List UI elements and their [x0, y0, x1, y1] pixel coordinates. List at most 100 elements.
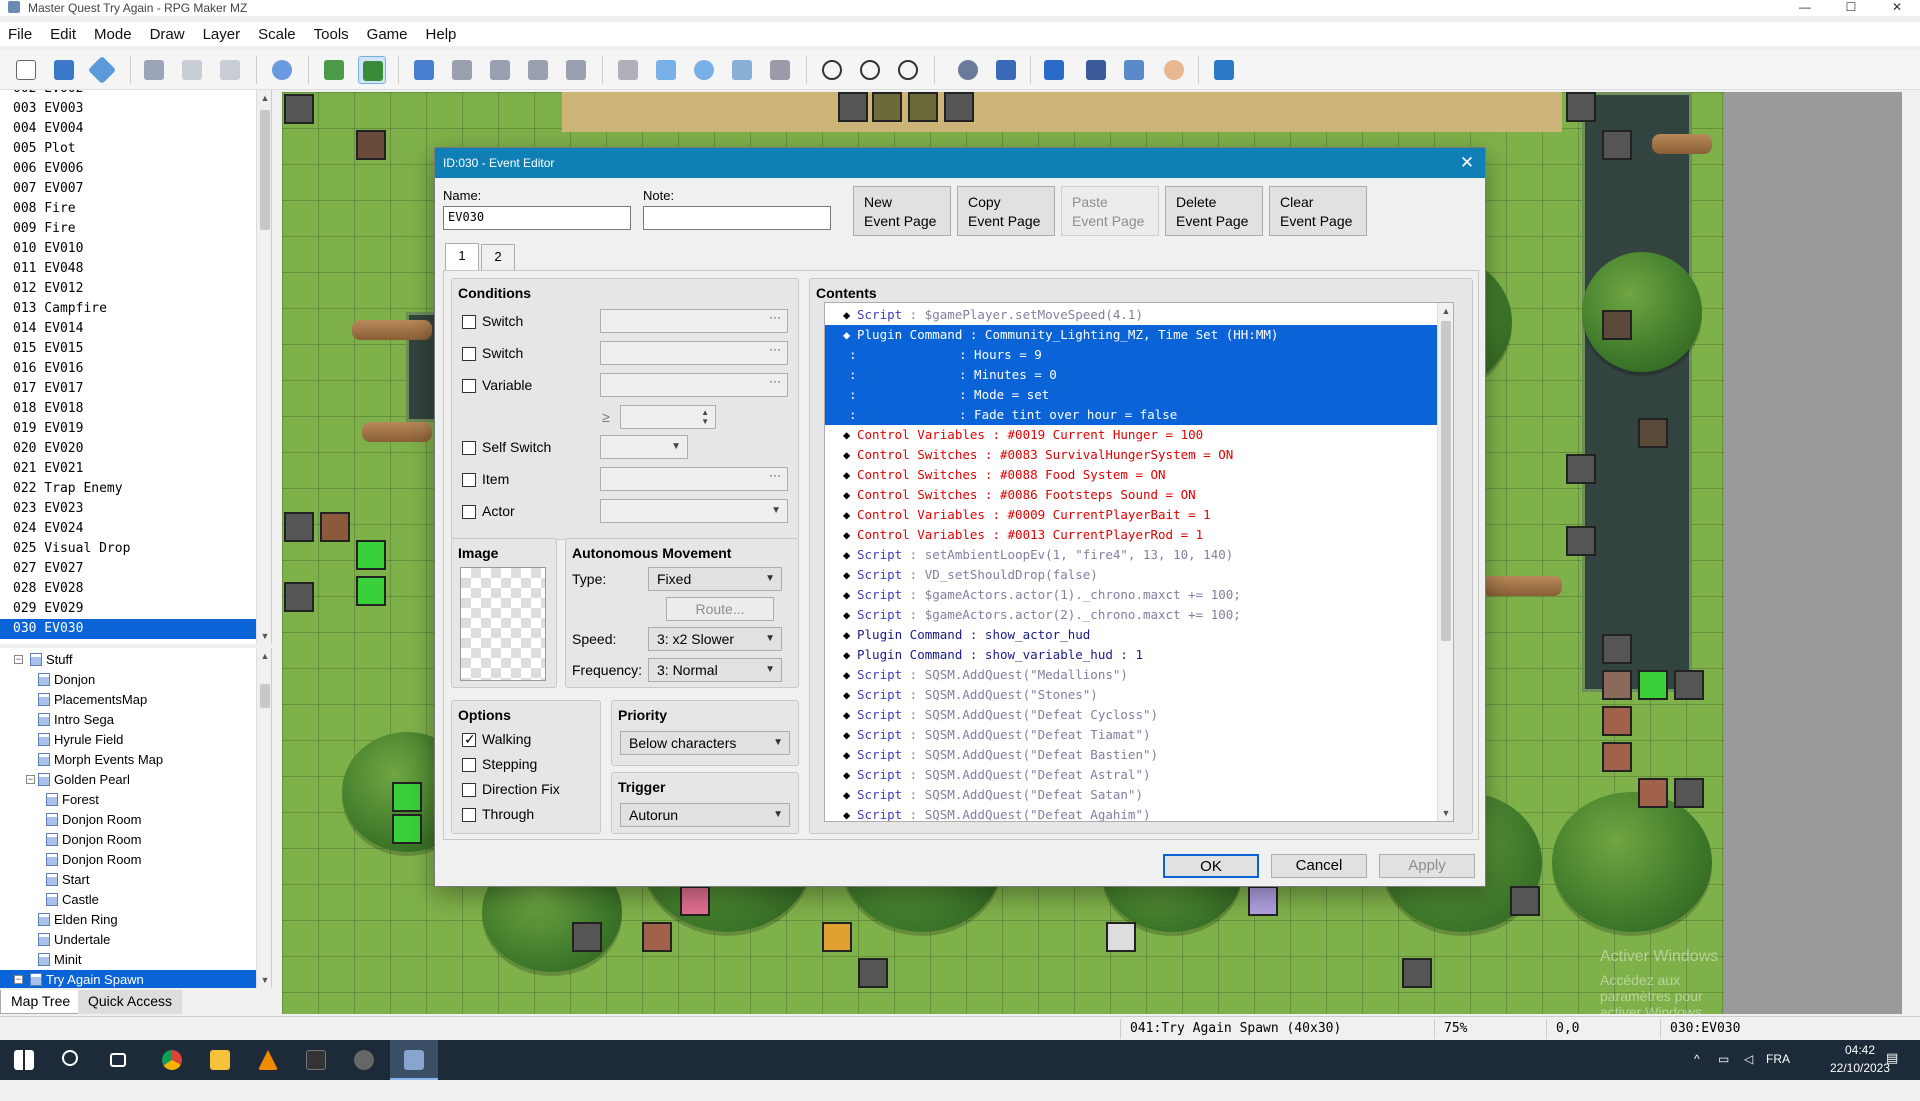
map-tree-item[interactable]: Donjon Room: [46, 830, 142, 850]
event-mode-icon[interactable]: [358, 56, 386, 84]
map-tree-item[interactable]: Stuff: [30, 650, 73, 670]
event-list-item[interactable]: 010 EV010: [0, 239, 256, 259]
ok-button[interactable]: OK: [1163, 854, 1259, 878]
task-view-icon[interactable]: [96, 1040, 144, 1080]
switch1-field[interactable]: ···: [600, 309, 788, 333]
event-tile[interactable]: [1602, 706, 1632, 736]
event-tile[interactable]: [1106, 922, 1136, 952]
event-list-item[interactable]: 011 EV048: [0, 259, 256, 279]
apply-button[interactable]: Apply: [1379, 854, 1475, 878]
event-list-item[interactable]: 025 Visual Drop: [0, 539, 256, 559]
network-icon[interactable]: ▭: [1718, 1052, 1729, 1092]
event-tile[interactable]: [284, 94, 314, 124]
paste-icon[interactable]: [216, 56, 244, 84]
event-tile[interactable]: [858, 958, 888, 988]
item-field[interactable]: ···: [600, 467, 788, 491]
event-tile[interactable]: [1248, 886, 1278, 916]
event-command-line[interactable]: ◆ Script : $gamePlayer.setMoveSpeed(4.1): [825, 305, 1437, 325]
close-window-button[interactable]: ✕: [1874, 0, 1920, 16]
event-command-line[interactable]: ◆ Control Switches : #0086 Footsteps Soun…: [825, 485, 1437, 505]
variable-checkbox[interactable]: [462, 379, 476, 393]
menu-layer[interactable]: Layer: [195, 22, 251, 46]
undo-icon[interactable]: [268, 56, 296, 84]
event-command-line[interactable]: :: Hours = 9: [825, 345, 1437, 365]
clear-event-page-button[interactable]: Clear Event Page: [1269, 186, 1367, 236]
zoom-in-icon[interactable]: [818, 56, 846, 84]
language-indicator[interactable]: FRA: [1766, 1052, 1790, 1092]
event-tile[interactable]: [572, 922, 602, 952]
map-tree-item[interactable]: Intro Sega: [38, 710, 114, 730]
event-list-item[interactable]: 014 EV014: [0, 319, 256, 339]
close-icon[interactable]: ✕: [1457, 153, 1477, 173]
item-checkbox[interactable]: [462, 473, 476, 487]
event-command-line[interactable]: ◆ Script : $gameActors.actor(1)._chrono.m…: [825, 585, 1437, 605]
delete-event-page-button[interactable]: Delete Event Page: [1165, 186, 1263, 236]
start-button[interactable]: [0, 1040, 48, 1080]
game-app-icon[interactable]: [340, 1040, 388, 1080]
event-command-line[interactable]: ◆ Script : SQSM.AddQuest("Defeat Satan"): [825, 785, 1437, 805]
event-tile[interactable]: [1638, 418, 1668, 448]
event-tile[interactable]: [1602, 670, 1632, 700]
event-command-line[interactable]: ◆ Script : SQSM.AddQuest("Medallions"): [825, 665, 1437, 685]
event-command-line[interactable]: ◆ Plugin Command : show_actor_hud: [825, 625, 1437, 645]
event-list-item[interactable]: 027 EV027: [0, 559, 256, 579]
map-tree-scrollbar[interactable]: ▲ ▼: [256, 648, 271, 988]
tab-page-2[interactable]: 2: [481, 244, 515, 270]
event-tile[interactable]: [1602, 310, 1632, 340]
chrome-icon[interactable]: [148, 1040, 196, 1080]
map-tree-item[interactable]: PlacementsMap: [38, 690, 147, 710]
event-tile[interactable]: [680, 886, 710, 916]
event-tile[interactable]: [642, 922, 672, 952]
cut-icon[interactable]: [140, 56, 168, 84]
event-tile[interactable]: [1602, 634, 1632, 664]
event-tile[interactable]: [1566, 454, 1596, 484]
map-tree-item[interactable]: Try Again Spawn: [30, 970, 144, 988]
movement-frequency-select[interactable]: 3: Normal ▼: [648, 658, 782, 682]
paste-event-page-button[interactable]: Paste Event Page: [1061, 186, 1159, 236]
self-switch-select[interactable]: ▼: [600, 435, 688, 459]
tree-toggle-icon[interactable]: −: [14, 975, 23, 984]
event-tile[interactable]: [908, 92, 938, 122]
copy-icon[interactable]: [178, 56, 206, 84]
map-scrollbar[interactable]: [1902, 92, 1920, 1014]
event-list-item[interactable]: 004 EV004: [0, 119, 256, 139]
event-command-line[interactable]: ◆ Script : setAmbientLoopEv(1, "fire4", 1…: [825, 545, 1437, 565]
map-tree-item[interactable]: Golden Pearl: [38, 770, 130, 790]
event-list-item[interactable]: 021 EV021: [0, 459, 256, 479]
map-tree-item[interactable]: Morph Events Map: [38, 750, 163, 770]
walking-checkbox[interactable]: [462, 731, 476, 748]
event-tile[interactable]: [1638, 670, 1668, 700]
event-command-line[interactable]: ◆ Script : SQSM.AddQuest("Defeat Cycloss"…: [825, 705, 1437, 725]
map-tree-item[interactable]: Undertale: [38, 930, 110, 950]
tab-map-tree[interactable]: Map Tree: [0, 990, 82, 1014]
map-tree-item[interactable]: Castle: [46, 890, 99, 910]
event-command-line[interactable]: ◆ Script : $gameActors.actor(2)._chrono.m…: [825, 605, 1437, 625]
event-tile[interactable]: [1674, 670, 1704, 700]
tray-chevron-icon[interactable]: ^: [1694, 1052, 1700, 1092]
tree-toggle-icon[interactable]: −: [14, 655, 23, 664]
map-tree-item[interactable]: Elden Ring: [38, 910, 118, 930]
event-command-line[interactable]: ◆ Control Variables : #0009 CurrentPlayer…: [825, 505, 1437, 525]
switch1-checkbox[interactable]: [462, 315, 476, 329]
event-command-line[interactable]: ◆ Script : SQSM.AddQuest("Defeat Agahim"): [825, 805, 1437, 821]
layer-b-icon[interactable]: [448, 56, 476, 84]
event-command-line[interactable]: ◆ Control Variables : #0019 Current Hunge…: [825, 425, 1437, 445]
contents-list[interactable]: ◆ Script : $gamePlayer.setMoveSpeed(4.1) ◆…: [824, 302, 1454, 822]
sound-test-icon[interactable]: [1040, 56, 1068, 84]
event-list-item[interactable]: 013 Campfire: [0, 299, 256, 319]
event-command-line[interactable]: ◆ Control Switches : #0083 SurvivalHunger…: [825, 445, 1437, 465]
event-list-item[interactable]: 012 EV012: [0, 279, 256, 299]
vlc-icon[interactable]: [244, 1040, 292, 1080]
event-command-line[interactable]: ◆ Script : SQSM.AddQuest("Defeat Tiamat"): [825, 725, 1437, 745]
event-list-item[interactable]: 030 EV030: [0, 619, 256, 639]
layer-c-icon[interactable]: [486, 56, 514, 84]
event-tile[interactable]: [392, 782, 422, 812]
event-list-item[interactable]: 022 Trap Enemy: [0, 479, 256, 499]
menu-mode[interactable]: Mode: [86, 22, 142, 46]
event-tile[interactable]: [1674, 778, 1704, 808]
zoom-actual-icon[interactable]: [894, 56, 922, 84]
menu-edit[interactable]: Edit: [42, 22, 86, 46]
event-command-line[interactable]: :: Fade tint over hour = false: [825, 405, 1437, 425]
priority-select[interactable]: Below characters ▼: [620, 731, 790, 755]
event-list-item[interactable]: 029 EV029: [0, 599, 256, 619]
